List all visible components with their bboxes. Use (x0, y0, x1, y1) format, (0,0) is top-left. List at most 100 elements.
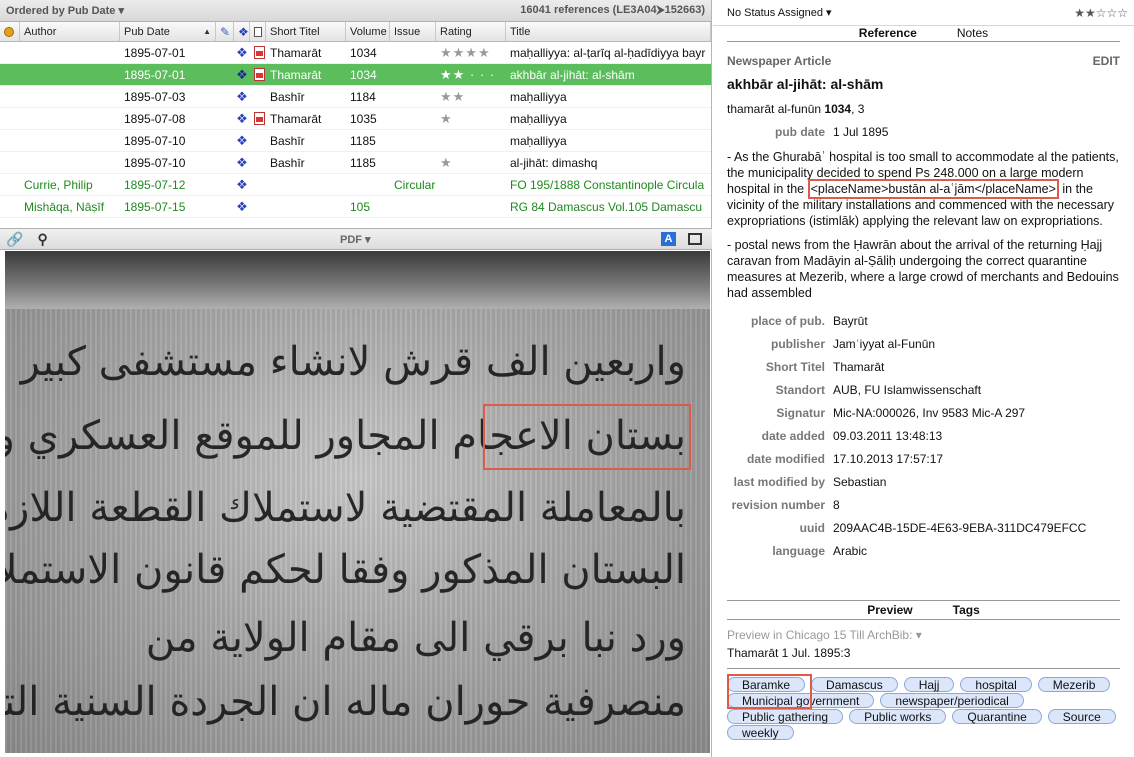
link-icon[interactable]: ❖ (236, 133, 248, 149)
flag-icon (4, 26, 14, 37)
short-title-column-header[interactable]: Short Titel (266, 22, 346, 41)
reference-source: thamarāt al-funūn 1034, 3 (727, 102, 1120, 116)
table-row[interactable]: 1895-07-08 ❖ Thamarāt 1035 ★ maḥalliyya (0, 108, 711, 130)
edit-cell (216, 196, 234, 217)
field-value[interactable]: Mic-NA:000026, Inv 9583 Mic-A 297 (833, 406, 1120, 420)
author-cell (20, 64, 120, 85)
detail-field: revision number 8 (727, 493, 1120, 516)
tab-reference[interactable]: Reference (859, 26, 917, 41)
pdf-viewer-dropdown[interactable]: PDF ▾ (340, 233, 371, 246)
title-column-header[interactable]: Title (506, 22, 711, 41)
tag-pill[interactable]: Source (1047, 709, 1116, 724)
flag-cell (0, 108, 20, 129)
flag-column-header[interactable] (0, 22, 20, 41)
tag-pill[interactable]: Public gathering (727, 709, 844, 724)
edit-button[interactable]: EDIT (1093, 54, 1120, 68)
detail-field: Signatur Mic-NA:000026, Inv 9583 Mic-A 29… (727, 401, 1120, 424)
link-icon[interactable]: ❖ (236, 67, 248, 83)
table-row[interactable]: 1895-07-10 ❖ Bashīr 1185 maḥalliyya (0, 130, 711, 152)
scan-line-3: بالمعاملة المقتضية لاستملاك القطعة اللاز… (5, 485, 686, 531)
author-column-header[interactable]: Author (20, 22, 120, 41)
edit-cell (216, 174, 234, 195)
annotate-text-button[interactable]: A (661, 232, 676, 246)
tag-pill[interactable]: hospital (960, 677, 1032, 692)
pub-date-column-header[interactable]: Pub Date ▲ (120, 22, 216, 41)
issue-column-header[interactable]: Issue (390, 22, 436, 41)
pdf-icon[interactable] (254, 46, 265, 59)
link-icon[interactable]: ❖ (236, 111, 248, 127)
rating-cell (436, 174, 506, 195)
rating-stars[interactable]: ★★☆☆☆ (1074, 6, 1128, 20)
title-cell: maḥalliyya: al-ṭarīq al-ḥadīdiyya bayr (510, 45, 706, 60)
tab-preview[interactable]: Preview (867, 603, 912, 617)
link-icon[interactable]: ❖ (236, 89, 248, 105)
highlight-box-tags (727, 674, 812, 709)
issue-cell (390, 64, 436, 85)
table-row[interactable]: 1895-07-01 ❖ Thamarāt 1034 ★★ · · · akhbār al… (0, 64, 711, 86)
rating-column-header[interactable]: Rating (436, 22, 506, 41)
tag-pill[interactable]: Public works (849, 709, 947, 724)
tag-pill[interactable]: Hajj (903, 677, 955, 692)
abstract: - As the Ghurabāʾ hospital is too small … (727, 149, 1120, 301)
preview-style-dropdown[interactable]: Preview in Chicago 15 Till ArchBib: ▾ (727, 628, 1120, 642)
pub-date-cell: 1895-07-03 (124, 89, 186, 104)
tag-pill[interactable]: Damascus (811, 677, 898, 692)
issue-cell (390, 152, 436, 173)
volume-cell: 1034 (350, 45, 377, 60)
table-row[interactable]: Currie, Philip 1895-07-12 ❖ Circular FO 195/… (0, 174, 711, 196)
link-chain-icon[interactable]: 🔗 (6, 231, 23, 248)
title-cell: akhbār al-jihāt: al-shām (510, 67, 635, 82)
flag-cell (0, 86, 20, 107)
issue-cell (390, 130, 436, 151)
search-icon[interactable]: ⚲ (37, 231, 47, 248)
field-value[interactable]: Thamarāt (833, 360, 1120, 374)
detail-field: uuid 209AAC4B-15DE-4E63-9EBA-311DC479EFCC (727, 516, 1120, 539)
link-icon[interactable]: ❖ (236, 45, 248, 61)
field-value[interactable]: Arabic (833, 544, 1120, 558)
sort-ascending-icon: ▲ (203, 27, 211, 36)
tag-pill[interactable]: Quarantine (952, 709, 1042, 724)
link-icon[interactable]: ❖ (236, 177, 248, 193)
link-icon[interactable]: ❖ (236, 199, 248, 215)
table-row[interactable]: 1895-07-01 ❖ Thamarāt 1034 ★★★★ maḥalliyya: a… (0, 42, 711, 64)
pdf-icon[interactable] (254, 68, 265, 81)
table-row[interactable]: Mishāqa, Nāṣīf 1895-07-15 ❖ 105 RG 84 Damasc… (0, 196, 711, 218)
tag-pill[interactable]: Mezerib (1037, 677, 1111, 692)
field-value[interactable]: Sebastian (833, 475, 1120, 489)
field-value[interactable]: Jamʿiyyat al-Funūn (833, 337, 1120, 351)
highlight-box-scan (483, 404, 691, 470)
link-column-header[interactable]: ❖ (234, 22, 250, 41)
edit-cell (216, 130, 234, 151)
field-value[interactable]: 09.03.2011 13:48:13 (833, 429, 1120, 443)
volume-cell: 1184 (350, 89, 376, 104)
edit-column-header[interactable]: ✎ (216, 22, 234, 41)
detail-field: last modified by Sebastian (727, 470, 1120, 493)
status-dropdown[interactable]: No Status Assigned ▾ (727, 6, 832, 19)
abstract-paragraph-1: - As the Ghurabāʾ hospital is too small … (727, 149, 1120, 229)
volume-column-header[interactable]: Volume (346, 22, 390, 41)
detail-tabs: Reference Notes (727, 26, 1120, 42)
tab-notes[interactable]: Notes (957, 26, 988, 41)
sort-order-dropdown[interactable]: Ordered by Pub Date ▾ (6, 4, 124, 17)
column-header-row: Author Pub Date ▲ ✎ ❖ Short Titel Volume… (0, 22, 711, 42)
link-cell: ❖ (234, 152, 250, 173)
issue-cell (390, 108, 436, 129)
field-value[interactable]: 8 (833, 498, 1120, 512)
source-name: thamarāt al-funūn (727, 102, 825, 116)
pdf-icon[interactable] (254, 112, 265, 125)
tab-tags[interactable]: Tags (953, 603, 980, 617)
table-row[interactable]: 1895-07-10 ❖ Bashīr 1185 ★ al-jihāt: dimashq (0, 152, 711, 174)
table-row[interactable]: 1895-07-03 ❖ Bashīr 1184 ★★ maḥalliyya (0, 86, 711, 108)
file-column-header[interactable] (250, 22, 266, 41)
tag-pill[interactable]: weekly (727, 725, 794, 740)
field-value[interactable]: 17.10.2013 17:57:17 (833, 452, 1120, 466)
field-value[interactable]: 209AAC4B-15DE-4E63-9EBA-311DC479EFCC (833, 521, 1120, 535)
fullscreen-icon[interactable] (688, 233, 702, 245)
field-value[interactable]: Bayrūt (833, 314, 1120, 328)
detail-field: publisher Jamʿiyyat al-Funūn (727, 332, 1120, 355)
tag-pill[interactable]: newspaper/periodical (880, 693, 1024, 708)
link-icon[interactable]: ❖ (236, 155, 248, 171)
field-value[interactable]: AUB, FU Islamwissenschaft (833, 383, 1120, 397)
field-label: revision number (731, 497, 825, 512)
reference-list-pane: Ordered by Pub Date ▾ 16041 references (… (0, 0, 712, 757)
